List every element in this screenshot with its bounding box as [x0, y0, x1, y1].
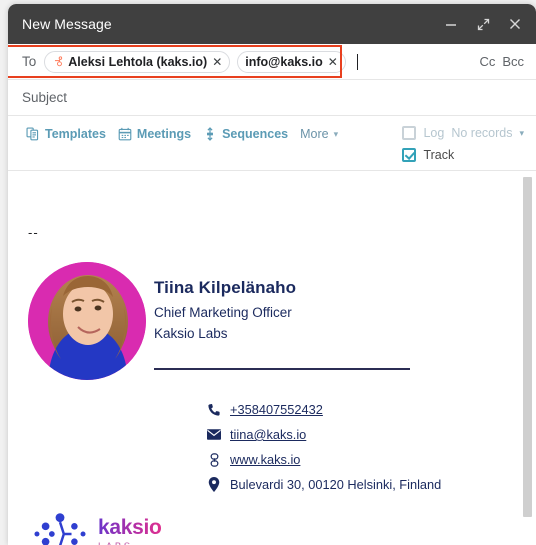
kaksio-wordmark-sub: LABS	[98, 541, 162, 545]
subject-row[interactable]: Subject	[8, 80, 536, 116]
address-value: Bulevardi 30, 00120 Helsinki, Finland	[230, 477, 442, 492]
remove-recipient-icon[interactable]: ✕	[328, 55, 338, 69]
more-button[interactable]: More ▾	[296, 125, 342, 143]
phone-value[interactable]: +358407552432	[230, 402, 323, 417]
kaksio-wordmark: kaksio LABS	[98, 516, 162, 545]
meetings-label: Meetings	[136, 127, 192, 141]
recipients-text-cursor	[356, 53, 358, 70]
avatar-photo	[28, 262, 146, 380]
track-checkbox[interactable]	[402, 148, 417, 162]
chevron-down-icon: ▾	[333, 128, 339, 139]
sequences-button[interactable]: Sequences	[199, 125, 292, 143]
recipient-chip[interactable]: Aleksi Lehtola (kaks.io) ✕	[44, 50, 231, 73]
avatar	[28, 262, 146, 380]
templates-icon	[26, 127, 39, 141]
kaksio-wordmark-main: kaksio	[98, 516, 162, 539]
email-signature: Tiina Kilpelänaho Chief Marketing Office…	[22, 262, 514, 545]
hubspot-tools-group: Templates Meetings Sequences More ▾	[22, 125, 402, 143]
window-titlebar: New Message	[8, 4, 536, 44]
recipient-chip[interactable]: info@kaks.io ✕	[237, 50, 346, 73]
body-scrollbar[interactable]	[523, 177, 532, 541]
contact-row-website: www.kaks.io	[198, 452, 514, 467]
window-title: New Message	[22, 16, 112, 32]
email-value[interactable]: tiina@kaks.io	[230, 427, 306, 442]
signature-company: Kaksio Labs	[154, 326, 228, 341]
signature-job-title: Chief Marketing Officer	[154, 305, 292, 320]
hubspot-toolbar: Templates Meetings Sequences More ▾ Log …	[8, 116, 536, 171]
more-label: More	[300, 127, 329, 141]
expand-icon[interactable]	[474, 15, 492, 33]
website-value[interactable]: www.kaks.io	[230, 452, 300, 467]
kaksio-logo: kaksio LABS	[32, 510, 514, 545]
signature-divider	[154, 368, 410, 370]
close-icon[interactable]	[506, 15, 524, 33]
templates-label: Templates	[45, 127, 106, 141]
recipient-chip-list: Aleksi Lehtola (kaks.io) ✕ info@kaks.io …	[44, 50, 479, 73]
location-icon	[198, 477, 230, 492]
recipients-row[interactable]: To Aleksi Lehtola (kaks.io) ✕ info@kaks.…	[8, 44, 536, 80]
signature-header: Tiina Kilpelänaho Chief Marketing Office…	[22, 262, 514, 380]
contact-row-email: tiina@kaks.io	[198, 427, 514, 442]
kaksio-dots-icon	[34, 513, 86, 545]
track-label: Track	[423, 148, 455, 162]
signature-separator: --	[28, 225, 39, 240]
signature-contacts: +358407552432 tiina@kaks.io www.kaks.io …	[198, 402, 514, 492]
remove-recipient-icon[interactable]: ✕	[212, 55, 222, 69]
hubspot-options-group: Log No records ▾ Track	[402, 125, 524, 162]
phone-icon	[198, 403, 230, 417]
hubspot-sprocket-icon	[55, 56, 63, 67]
bcc-button[interactable]: Bcc	[502, 54, 524, 69]
contact-row-phone: +358407552432	[198, 402, 514, 417]
sequences-icon	[207, 127, 214, 141]
templates-button[interactable]: Templates	[22, 125, 110, 143]
track-option[interactable]: Track	[402, 148, 524, 162]
message-body-content[interactable]: -- Tiina Kilpelänaho Chief Marketing Off…	[8, 171, 536, 545]
chevron-down-icon[interactable]: ▾	[519, 128, 524, 139]
signature-identity: Tiina Kilpelänaho Chief Marketing Office…	[154, 262, 514, 370]
subject-input[interactable]: Subject	[22, 90, 67, 105]
meetings-button[interactable]: Meetings	[114, 125, 195, 143]
signature-name: Tiina Kilpelänaho	[154, 278, 297, 297]
contact-row-address: Bulevardi 30, 00120 Helsinki, Finland	[198, 477, 514, 492]
log-checkbox[interactable]	[402, 126, 417, 140]
email-icon	[198, 429, 230, 440]
globe-icon	[198, 452, 230, 467]
minimize-button[interactable]	[442, 15, 460, 33]
cc-bcc-group: Cc Bcc	[479, 54, 524, 69]
window-controls	[442, 15, 524, 33]
to-label: To	[22, 54, 37, 69]
recipient-chip-label: info@kaks.io	[245, 54, 323, 69]
scrollbar-thumb[interactable]	[523, 177, 532, 517]
recipient-chip-label: Aleksi Lehtola (kaks.io)	[68, 54, 208, 69]
message-body-area[interactable]: -- Tiina Kilpelänaho Chief Marketing Off…	[8, 171, 536, 545]
avatar-container	[22, 262, 154, 380]
log-status: No records	[451, 126, 513, 140]
compose-window: New Message To Aleksi Lehtola (kaks.io) …	[8, 4, 536, 545]
calendar-icon	[118, 127, 132, 141]
log-label: Log	[423, 126, 445, 140]
log-option[interactable]: Log No records ▾	[402, 126, 524, 140]
cc-button[interactable]: Cc	[479, 54, 495, 69]
sequences-label: Sequences	[222, 127, 289, 141]
